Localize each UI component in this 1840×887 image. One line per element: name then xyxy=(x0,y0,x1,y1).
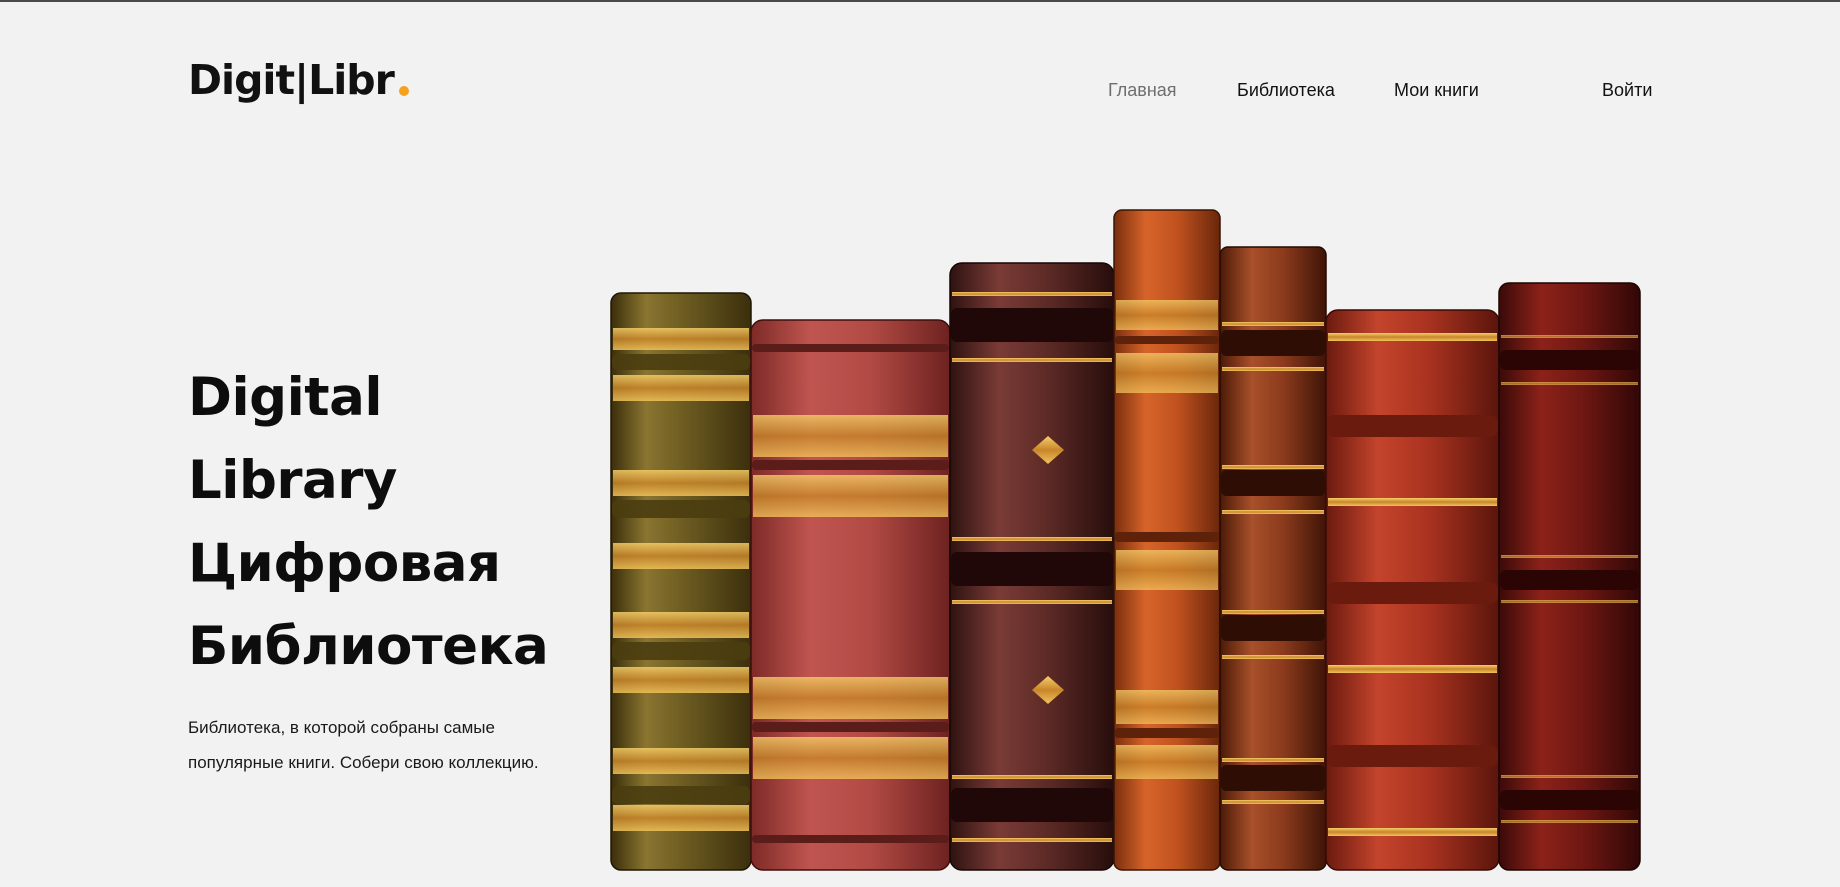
book-maroon xyxy=(949,262,1115,871)
books-illustration xyxy=(610,209,1641,871)
book-rose xyxy=(750,319,951,871)
book-orange xyxy=(1113,209,1221,871)
book-olive xyxy=(610,292,752,871)
book-red xyxy=(1325,309,1500,871)
book-brown xyxy=(1219,246,1327,871)
book-darkred xyxy=(1498,282,1641,871)
